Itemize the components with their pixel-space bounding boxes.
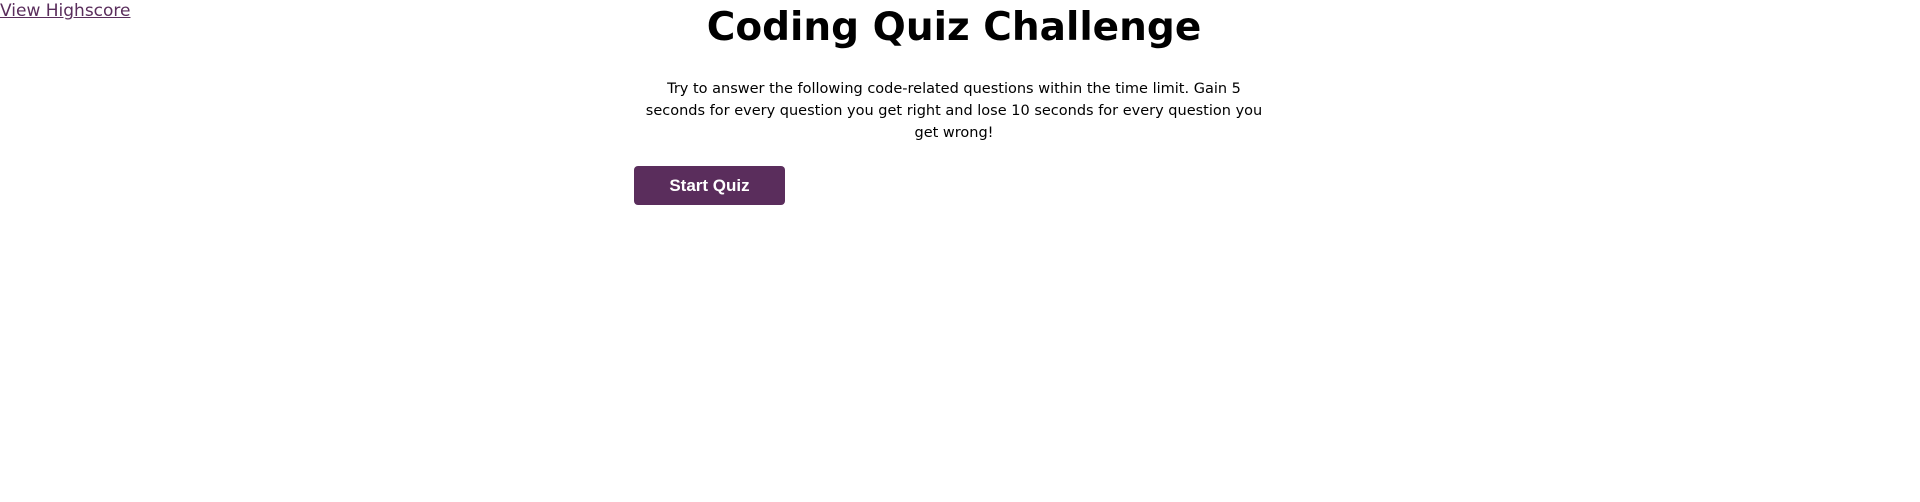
start-quiz-button[interactable]: Start Quiz: [634, 166, 785, 205]
page-title: Coding Quiz Challenge: [706, 5, 1202, 50]
page: View Highscore Coding Quiz Challenge Try…: [0, 0, 1920, 502]
view-highscore-link[interactable]: View Highscore: [0, 0, 131, 22]
quiz-instructions: Try to answer the following code-related…: [645, 81, 1263, 141]
quiz-container: Coding Quiz Challenge Try to answer the …: [634, 0, 1274, 205]
